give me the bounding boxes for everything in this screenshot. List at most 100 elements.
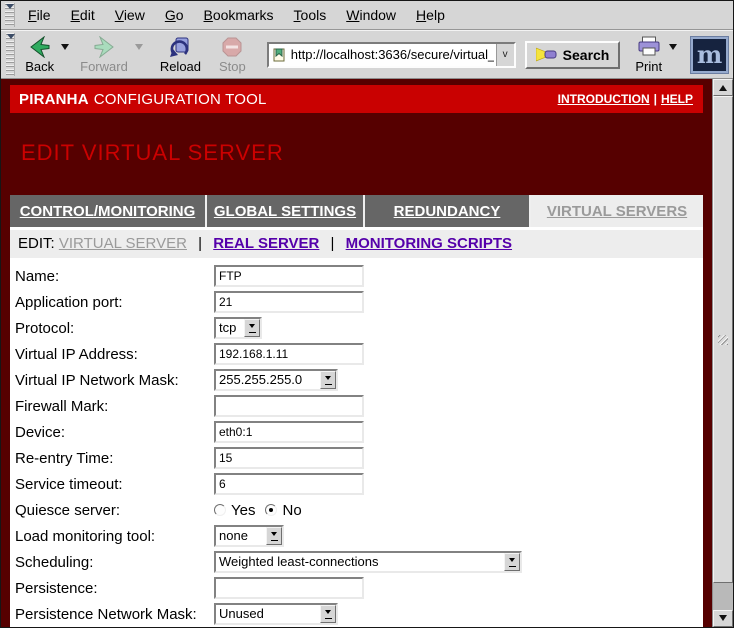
protocol-select-value: tcp: [216, 319, 244, 337]
dropdown-arrow-icon: [504, 553, 520, 571]
tab-virtual-servers[interactable]: VIRTUAL SERVERS: [531, 195, 703, 227]
name-label: Name:: [15, 268, 214, 285]
scheduling-select[interactable]: Weighted least-connections: [214, 551, 522, 573]
print-menu-arrow-icon[interactable]: [669, 44, 677, 54]
back-menu-arrow-icon[interactable]: [61, 44, 69, 54]
form-row-quiesce: Quiesce server: Yes No: [10, 497, 703, 523]
menu-help[interactable]: Help: [406, 2, 455, 28]
dropdown-arrow-icon: [266, 527, 282, 545]
piranha-page: PIRANHACONFIGURATION TOOL INTRODUCTION | H…: [1, 79, 712, 627]
name-input[interactable]: [214, 265, 364, 287]
menu-window[interactable]: Window: [336, 2, 406, 28]
reload-button[interactable]: Reload: [153, 33, 208, 76]
dropdown-arrow-icon: [244, 319, 260, 337]
form-row-firewall-mark: Firewall Mark:: [10, 393, 703, 419]
scrollbar-track[interactable]: [713, 583, 733, 610]
vertical-scrollbar[interactable]: [712, 79, 733, 627]
menu-bookmarks[interactable]: Bookmarks: [194, 2, 284, 28]
forward-icon: [92, 35, 116, 59]
url-input[interactable]: [289, 47, 496, 62]
device-label: Device:: [15, 424, 214, 441]
application-port-input[interactable]: [214, 291, 364, 313]
menubar-grippy[interactable]: [5, 3, 15, 27]
form-row-service-timeout: Service timeout:: [10, 471, 703, 497]
real-server-link[interactable]: REAL SERVER: [213, 235, 319, 252]
form-row-load-monitoring: Load monitoring tool: none: [10, 523, 703, 549]
back-button[interactable]: Back: [18, 33, 61, 76]
dropdown-arrow-icon: [320, 605, 336, 623]
content-panel: EDIT: VIRTUAL SERVER | REAL SERVER | MON…: [10, 227, 703, 627]
menu-view[interactable]: View: [105, 2, 155, 28]
url-dropdown-button[interactable]: v: [496, 44, 514, 66]
device-input[interactable]: [214, 421, 364, 443]
app-title: PIRANHACONFIGURATION TOOL: [19, 91, 267, 108]
service-timeout-input[interactable]: [214, 473, 364, 495]
forward-menu-arrow-icon[interactable]: [135, 44, 143, 54]
tab-redundancy[interactable]: REDUNDANCY: [365, 195, 531, 227]
subnav-virtual-server-current: VIRTUAL SERVER: [59, 235, 187, 252]
subnav-separator: |: [324, 235, 342, 252]
load-monitoring-select-value: none: [216, 527, 266, 545]
reload-icon: [168, 35, 192, 59]
search-label: Search: [563, 47, 610, 63]
form-row-application-port: Application port:: [10, 289, 703, 315]
menu-tools[interactable]: Tools: [284, 2, 337, 28]
monitoring-scripts-link[interactable]: MONITORING SCRIPTS: [346, 235, 512, 252]
persistence-input[interactable]: [214, 577, 364, 599]
search-button[interactable]: Search: [525, 41, 621, 69]
scheduling-label: Scheduling:: [15, 554, 214, 571]
introduction-link[interactable]: INTRODUCTION: [558, 92, 650, 106]
load-monitoring-label: Load monitoring tool:: [15, 528, 214, 545]
vip-netmask-select-value: 255.255.255.0: [216, 371, 320, 389]
persistence-label: Persistence:: [15, 580, 214, 597]
quiesce-no-label: No: [282, 502, 301, 519]
quiesce-yes-radio[interactable]: [214, 504, 226, 516]
tab-label: CONTROL/MONITORING: [20, 203, 196, 220]
scroll-down-button[interactable]: [713, 610, 733, 627]
mozilla-logo-letter: m: [697, 43, 722, 67]
vip-netmask-label: Virtual IP Network Mask:: [15, 372, 214, 389]
virtual-ip-input[interactable]: [214, 343, 364, 365]
mozilla-logo[interactable]: m: [691, 37, 728, 73]
scheduling-select-value: Weighted least-connections: [216, 553, 504, 571]
dropdown-arrow-icon: [320, 371, 336, 389]
browser-window: File Edit View Go Bookmarks Tools Window…: [0, 0, 734, 628]
reentry-time-label: Re-entry Time:: [15, 450, 214, 467]
virtual-server-form: Name: Application port: Protocol: tcp: [10, 258, 703, 627]
bookmark-icon[interactable]: [269, 48, 289, 62]
print-button[interactable]: Print: [628, 33, 669, 76]
reentry-time-input[interactable]: [214, 447, 364, 469]
subnav-separator: |: [191, 235, 209, 252]
print-label: Print: [635, 59, 662, 74]
quiesce-yes-label: Yes: [231, 502, 255, 519]
quiesce-label: Quiesce server:: [15, 502, 214, 519]
form-row-protocol: Protocol: tcp: [10, 315, 703, 341]
application-port-label: Application port:: [15, 294, 214, 311]
persistence-netmask-label: Persistence Network Mask:: [15, 606, 214, 623]
browser-viewport: PIRANHACONFIGURATION TOOL INTRODUCTION | H…: [1, 79, 733, 627]
scroll-up-button[interactable]: [713, 79, 733, 96]
form-row-persistence-netmask: Persistence Network Mask: Unused: [10, 601, 703, 627]
tab-control-monitoring[interactable]: CONTROL/MONITORING: [10, 195, 207, 227]
protocol-select[interactable]: tcp: [214, 317, 262, 339]
forward-button[interactable]: Forward: [73, 33, 135, 76]
firewall-mark-input[interactable]: [214, 395, 364, 417]
stop-icon: [221, 35, 243, 59]
tab-label: VIRTUAL SERVERS: [547, 203, 687, 220]
load-monitoring-select[interactable]: none: [214, 525, 284, 547]
tab-global-settings[interactable]: GLOBAL SETTINGS: [207, 195, 365, 227]
menu-edit[interactable]: Edit: [61, 2, 105, 28]
toolbar-grippy[interactable]: [6, 33, 15, 76]
menu-go[interactable]: Go: [155, 2, 194, 28]
service-timeout-label: Service timeout:: [15, 476, 214, 493]
menu-file[interactable]: File: [18, 2, 61, 28]
scroll-down-arrow-icon: [719, 615, 727, 625]
vip-netmask-select[interactable]: 255.255.255.0: [214, 369, 338, 391]
reload-label: Reload: [160, 59, 201, 74]
stop-button[interactable]: Stop: [212, 33, 253, 76]
scrollbar-thumb[interactable]: [713, 96, 733, 583]
persistence-netmask-select[interactable]: Unused: [214, 603, 338, 625]
help-link[interactable]: HELP: [661, 92, 693, 106]
firewall-mark-label: Firewall Mark:: [15, 398, 214, 415]
quiesce-no-radio[interactable]: [265, 504, 277, 516]
